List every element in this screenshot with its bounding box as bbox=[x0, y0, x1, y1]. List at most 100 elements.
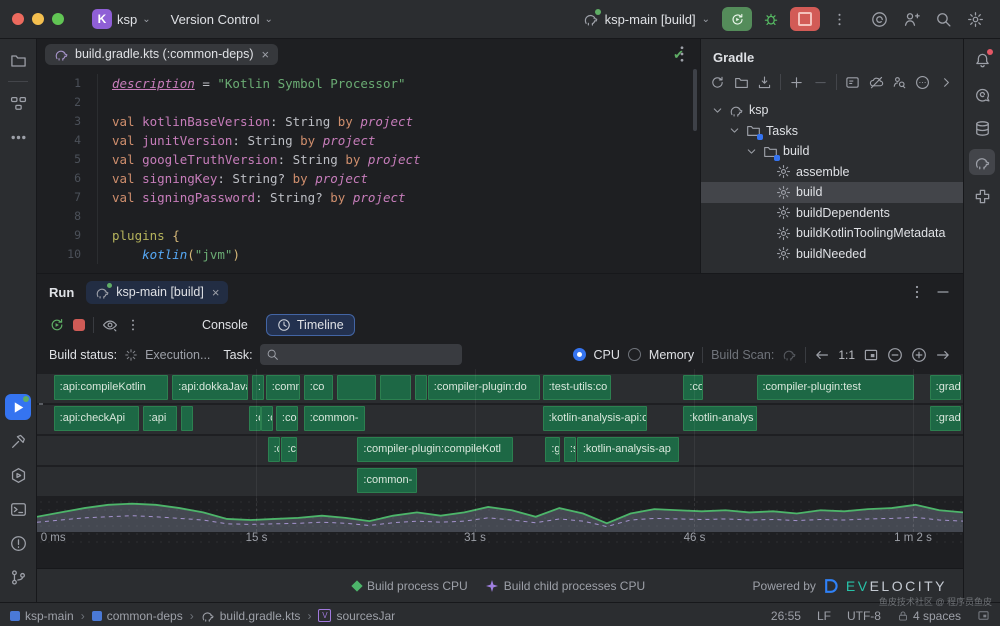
task-bar-compilerplugincompileKotl[interactable]: :compiler-plugin:compileKotl bbox=[357, 437, 513, 462]
zoom-reset-button[interactable]: 1:1 bbox=[838, 348, 855, 362]
file-encoding[interactable]: UTF-8 bbox=[847, 609, 881, 623]
task-bar[interactable] bbox=[337, 375, 376, 400]
run-panel-options-icon[interactable] bbox=[909, 284, 925, 300]
rerun-build-icon[interactable] bbox=[49, 317, 65, 333]
task-bar[interactable] bbox=[415, 375, 427, 400]
close-window-button[interactable] bbox=[12, 13, 24, 25]
download-sources-icon[interactable] bbox=[754, 71, 775, 93]
toolwindow-structure-button[interactable] bbox=[5, 90, 31, 116]
breadcrumb-ksp-main[interactable]: ksp-main bbox=[10, 609, 74, 623]
task-bar-apidokkaJava[interactable]: :api:dokkaJava bbox=[172, 375, 248, 400]
task-bar-[interactable]: : bbox=[252, 375, 264, 400]
task-bar-compilerplugintest[interactable]: :compiler-plugin:test bbox=[757, 375, 914, 400]
task-bar-gradl[interactable]: :gradl bbox=[930, 406, 961, 431]
task-bar-testutilsco[interactable]: :test-utils:co bbox=[543, 375, 612, 400]
pan-right-icon[interactable] bbox=[935, 347, 951, 363]
profiler-icon[interactable] bbox=[889, 71, 910, 93]
memory-radio-label[interactable]: Memory bbox=[649, 348, 694, 362]
ai-assistant-icon[interactable] bbox=[866, 6, 892, 32]
task-bar-s[interactable]: :s bbox=[564, 437, 576, 462]
fit-to-window-icon[interactable] bbox=[863, 347, 879, 363]
stop-build-icon[interactable] bbox=[73, 319, 85, 331]
inspections-ok-icon[interactable]: ✔ bbox=[673, 47, 684, 63]
task-bar-cc[interactable]: :cc bbox=[281, 437, 297, 462]
toolbar-more-icon[interactable] bbox=[126, 317, 140, 333]
gradle-tree-item-ksp[interactable]: ksp bbox=[701, 100, 963, 121]
task-search[interactable] bbox=[260, 344, 462, 365]
task-bar-co[interactable]: :co bbox=[304, 375, 334, 400]
build-scan-icon[interactable] bbox=[782, 347, 797, 362]
toolwindow-ai-assistant-button[interactable] bbox=[969, 81, 995, 107]
more-actions-icon[interactable] bbox=[832, 12, 847, 27]
task-bar-apicheckApi[interactable]: :api:checkApi bbox=[54, 406, 139, 431]
toolwindow-services-button[interactable] bbox=[5, 462, 31, 488]
toolwindow-database-button[interactable] bbox=[969, 115, 995, 141]
filter-view-icon[interactable] bbox=[102, 317, 118, 333]
gradle-tree-item-build[interactable]: build bbox=[701, 141, 963, 162]
task-bar-c[interactable]: :c bbox=[249, 406, 261, 431]
gradle-tree-item-assemble[interactable]: assemble bbox=[701, 162, 963, 183]
toolwindow-build-button[interactable] bbox=[5, 428, 31, 454]
task-bar[interactable] bbox=[181, 406, 193, 431]
task-bar-co[interactable]: :co bbox=[683, 375, 702, 400]
hide-panel-icon[interactable] bbox=[935, 284, 951, 300]
expand-chevron-icon[interactable] bbox=[711, 104, 724, 117]
ide-settings-icon[interactable] bbox=[962, 6, 988, 32]
task-bar-co[interactable]: :co bbox=[276, 406, 298, 431]
breadcrumb-sourcesJar[interactable]: VsourcesJar bbox=[318, 609, 395, 623]
close-tab-icon[interactable]: × bbox=[212, 286, 220, 299]
run-configuration-selector[interactable]: ksp-main [build] ⌄ bbox=[577, 7, 716, 31]
tab-timeline[interactable]: Timeline bbox=[266, 314, 355, 336]
indent-setting[interactable]: 4 spaces bbox=[897, 609, 961, 623]
toolwindow-more-tool-windows-button[interactable] bbox=[5, 124, 31, 150]
toolwindow-gradle-button[interactable] bbox=[969, 149, 995, 175]
expand-chevron-icon[interactable] bbox=[728, 124, 741, 137]
cpu-radio[interactable] bbox=[573, 348, 586, 361]
caret-position[interactable]: 26:55 bbox=[771, 609, 801, 623]
toolwindow-version-control-button[interactable] bbox=[5, 564, 31, 590]
toolwindow-project-button[interactable] bbox=[5, 47, 31, 73]
task-bar-gradl[interactable]: :gradl bbox=[930, 375, 961, 400]
gradle-tree-item-buildNeeded[interactable]: buildNeeded bbox=[701, 244, 963, 265]
remove-config-icon[interactable] bbox=[810, 71, 831, 93]
task-bar-kotlinanalysisapic[interactable]: :kotlin-analysis-api:c bbox=[543, 406, 648, 431]
offline-mode-icon[interactable] bbox=[865, 71, 886, 93]
search-everywhere-icon[interactable] bbox=[930, 6, 956, 32]
task-bar-gr[interactable]: :gr bbox=[545, 437, 560, 462]
zoom-in-icon[interactable] bbox=[911, 347, 927, 363]
maximize-window-button[interactable] bbox=[52, 13, 64, 25]
memory-radio[interactable] bbox=[628, 348, 641, 361]
run-tab[interactable]: ksp-main [build] × bbox=[86, 281, 228, 304]
task-bar-c[interactable]: :c bbox=[261, 406, 273, 431]
editor-tab[interactable]: build.gradle.kts (:common-deps) × bbox=[45, 44, 278, 65]
zoom-out-icon[interactable] bbox=[887, 347, 903, 363]
toolwindow-run-button[interactable] bbox=[5, 394, 31, 420]
task-bar-common[interactable]: :common- bbox=[357, 468, 416, 493]
stop-button[interactable] bbox=[790, 7, 820, 31]
task-bar[interactable] bbox=[380, 375, 411, 400]
pan-left-icon[interactable] bbox=[814, 347, 830, 363]
screen-reader-icon[interactable] bbox=[977, 609, 990, 622]
window-controls[interactable] bbox=[12, 13, 64, 25]
gradle-tree-item-buildKotlinToolingMetadata[interactable]: buildKotlinToolingMetadata bbox=[701, 223, 963, 244]
add-config-icon[interactable] bbox=[786, 71, 807, 93]
toolwindow-dependencies-button[interactable] bbox=[969, 183, 995, 209]
gradle-settings-icon[interactable] bbox=[912, 71, 933, 93]
task-bar-compilerplugindo[interactable]: :compiler-plugin:do bbox=[428, 375, 540, 400]
toolwindow-problems-button[interactable] bbox=[5, 530, 31, 556]
breadcrumb-build.gradle.kts[interactable]: build.gradle.kts bbox=[201, 609, 301, 623]
sync-icon[interactable] bbox=[707, 71, 728, 93]
gradle-tree-item-build[interactable]: build bbox=[701, 182, 963, 203]
minimize-window-button[interactable] bbox=[32, 13, 44, 25]
task-bar-c[interactable]: :c bbox=[268, 437, 280, 462]
toolwindow-terminal-button[interactable] bbox=[5, 496, 31, 522]
debug-button[interactable] bbox=[758, 7, 784, 31]
task-search-input[interactable] bbox=[284, 347, 456, 363]
run-button[interactable] bbox=[722, 7, 752, 31]
line-ending[interactable]: LF bbox=[817, 609, 831, 623]
project-widget[interactable]: K ksp ⌄ bbox=[86, 5, 157, 33]
expand-chevron-icon[interactable] bbox=[745, 145, 758, 158]
gradle-tree-item-Tasks[interactable]: Tasks bbox=[701, 121, 963, 142]
sources-icon[interactable] bbox=[730, 71, 751, 93]
add-user-icon[interactable] bbox=[898, 6, 924, 32]
